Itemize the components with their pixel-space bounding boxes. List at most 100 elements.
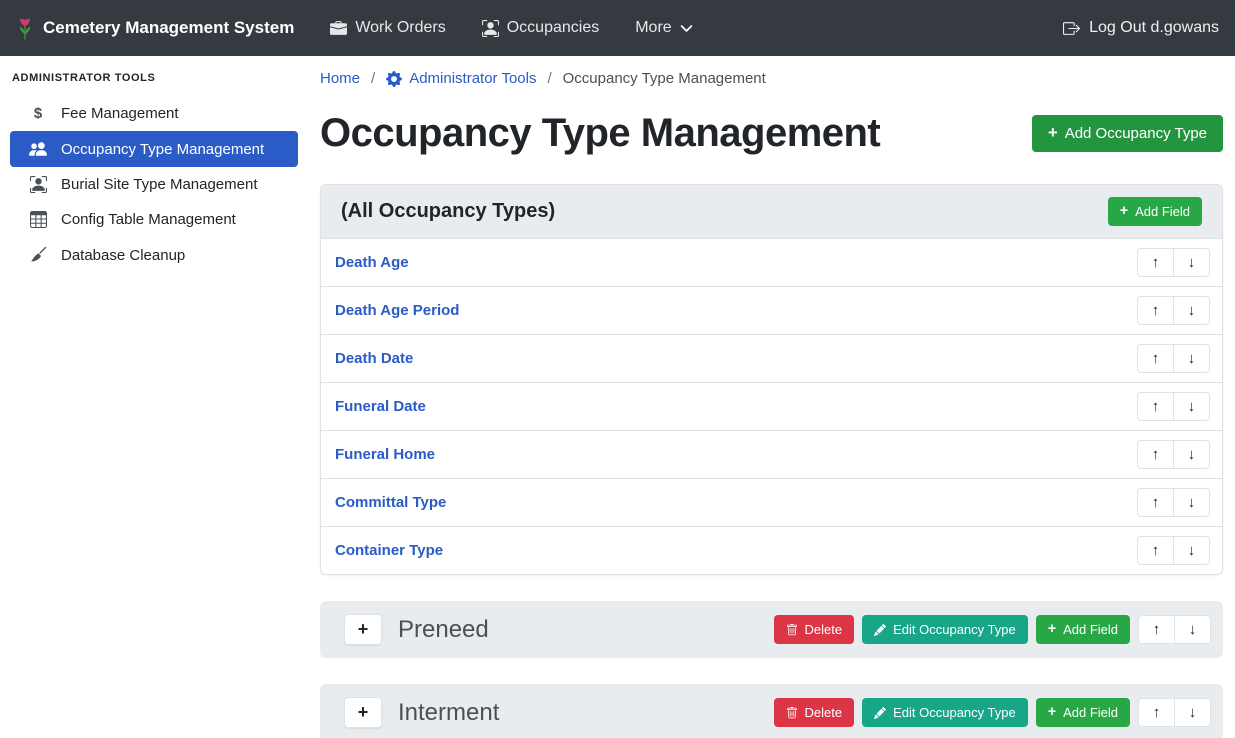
sidebar-item-burial-site-type-management[interactable]: Burial Site Type Management [10,167,298,202]
logout-icon [1063,20,1080,37]
reorder-buttons: ↑ ↓ [1137,248,1210,277]
nav-more[interactable]: More [635,19,692,37]
field-link-container-type[interactable]: Container Type [335,542,443,559]
primary-nav: Work Orders Occupancies More [330,19,692,37]
move-up-button[interactable]: ↑ [1138,698,1175,727]
sidebar-item-label: Fee Management [61,105,179,122]
add-field-button[interactable]: + Add Field [1036,698,1130,727]
move-up-button[interactable]: ↑ [1137,296,1174,325]
edit-occupancy-type-label: Edit Occupancy Type [893,705,1016,720]
breadcrumb-home-label: Home [320,68,360,90]
field-link-committal-type[interactable]: Committal Type [335,494,446,511]
occupancy-type-section-interment: + Interment Delete Edit Occupancy Type + [320,684,1223,738]
move-up-button[interactable]: ↑ [1137,440,1174,469]
section-actions: Delete Edit Occupancy Type + Add Field ↑… [774,615,1211,644]
reorder-buttons: ↑ ↓ [1137,296,1210,325]
sidebar-item-label: Burial Site Type Management [61,176,258,193]
sidebar-item-fee-management[interactable]: $ Fee Management [10,96,298,131]
nav-work-orders[interactable]: Work Orders [330,19,445,37]
logout-link[interactable]: Log Out d.gowans [1063,19,1219,37]
move-up-button[interactable]: ↑ [1138,615,1175,644]
section-actions: Delete Edit Occupancy Type + Add Field ↑… [774,698,1211,727]
add-field-button[interactable]: + Add Field [1036,615,1130,644]
occupancy-type-section-preneed: + Preneed Delete Edit Occupancy Type + [320,601,1223,658]
section-title: Interment [398,699,499,727]
add-field-label: Add Field [1063,705,1118,720]
gear-icon [386,71,402,87]
field-link-death-date[interactable]: Death Date [335,350,413,367]
move-up-button[interactable]: ↑ [1137,488,1174,517]
add-occupancy-type-button[interactable]: + Add Occupancy Type [1032,115,1223,152]
card-header: (All Occupancy Types) + Add Field [321,185,1222,238]
move-up-button[interactable]: ↑ [1137,392,1174,421]
users-icon [28,140,48,158]
move-up-button[interactable]: ↑ [1137,248,1174,277]
pencil-icon [874,707,886,719]
field-row: Funeral Home ↑ ↓ [321,430,1222,478]
nav-occupancies[interactable]: Occupancies [482,19,600,37]
breadcrumb-home[interactable]: Home [320,68,360,90]
move-down-button[interactable]: ↓ [1173,248,1210,277]
breadcrumb-separator: / [371,68,375,90]
move-down-button[interactable]: ↓ [1174,615,1211,644]
edit-occupancy-type-button[interactable]: Edit Occupancy Type [862,698,1028,727]
tulip-logo-icon [16,15,34,41]
chevron-down-icon [680,22,693,35]
card-title: (All Occupancy Types) [341,200,555,223]
field-link-funeral-home[interactable]: Funeral Home [335,446,435,463]
add-field-button[interactable]: + Add Field [1108,197,1202,226]
move-down-button[interactable]: ↓ [1173,344,1210,373]
trash-icon [786,707,798,719]
move-down-button[interactable]: ↓ [1173,392,1210,421]
sidebar-item-label: Occupancy Type Management [61,141,264,158]
move-down-button[interactable]: ↓ [1174,698,1211,727]
sidebar-item-config-table-management[interactable]: Config Table Management [10,202,298,237]
sidebar-item-label: Config Table Management [61,211,236,228]
reorder-buttons: ↑ ↓ [1137,344,1210,373]
sidebar-item-label: Database Cleanup [61,247,185,264]
sidebar-heading: ADMINISTRATOR TOOLS [0,64,308,96]
sidebar-item-database-cleanup[interactable]: Database Cleanup [10,237,298,273]
person-bounding-box-icon [28,176,48,193]
plus-icon: + [1120,204,1128,218]
move-down-button[interactable]: ↓ [1173,440,1210,469]
field-row: Death Age ↑ ↓ [321,238,1222,286]
nav-occupancies-label: Occupancies [507,19,600,37]
field-row: Death Age Period ↑ ↓ [321,286,1222,334]
expand-button[interactable]: + [344,697,382,728]
briefcase-icon [330,20,347,37]
move-up-button[interactable]: ↑ [1137,536,1174,565]
sidebar-item-occupancy-type-management[interactable]: Occupancy Type Management [10,131,298,167]
move-down-button[interactable]: ↓ [1173,536,1210,565]
section-title: Preneed [398,616,489,644]
move-down-button[interactable]: ↓ [1173,488,1210,517]
top-navbar: Cemetery Management System Work Orders O… [0,0,1235,56]
app-brand[interactable]: Cemetery Management System [16,15,294,41]
add-field-label: Add Field [1063,622,1118,637]
breadcrumb: Home / Administrator Tools / Occupancy T… [320,68,1223,90]
plus-icon: + [1048,622,1056,636]
field-link-death-age[interactable]: Death Age [335,254,409,271]
field-link-death-age-period[interactable]: Death Age Period [335,302,459,319]
nav-more-label: More [635,19,671,37]
sidebar: ADMINISTRATOR TOOLS $ Fee Management Occ… [0,56,308,738]
expand-button[interactable]: + [344,614,382,645]
move-down-button[interactable]: ↓ [1173,296,1210,325]
delete-button[interactable]: Delete [774,615,855,644]
field-row: Death Date ↑ ↓ [321,334,1222,382]
main-content: Home / Administrator Tools / Occupancy T… [308,56,1235,738]
breadcrumb-separator: / [547,68,551,90]
field-row: Container Type ↑ ↓ [321,526,1222,574]
reorder-buttons: ↑ ↓ [1138,615,1211,644]
edit-occupancy-type-button[interactable]: Edit Occupancy Type [862,615,1028,644]
move-up-button[interactable]: ↑ [1137,344,1174,373]
field-link-funeral-date[interactable]: Funeral Date [335,398,426,415]
app-title: Cemetery Management System [43,18,294,38]
reorder-buttons: ↑ ↓ [1138,698,1211,727]
pencil-icon [874,624,886,636]
breadcrumb-administrator-tools[interactable]: Administrator Tools [386,68,536,90]
delete-button[interactable]: Delete [774,698,855,727]
plus-icon: + [1048,125,1058,142]
add-occupancy-type-label: Add Occupancy Type [1065,125,1207,142]
plus-icon: + [1048,705,1056,719]
